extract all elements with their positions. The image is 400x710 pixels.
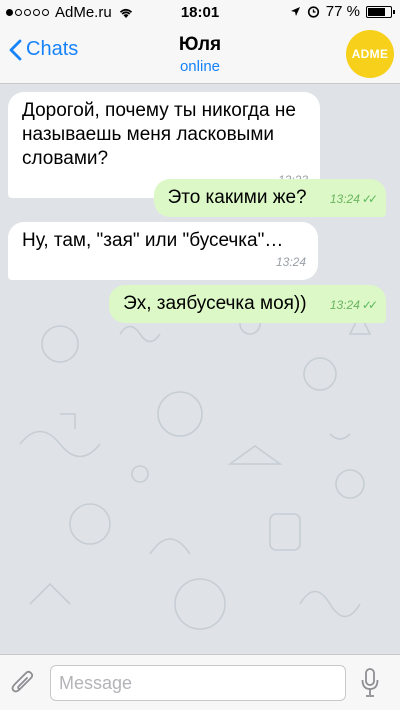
read-checkmarks-icon: ✓✓ <box>361 298 378 312</box>
message-text: Эх, заябусечка моя)) <box>123 293 307 314</box>
message-text: Это какими же? <box>167 187 307 208</box>
status-bar: AdMe.ru 18:01 77 % <box>0 0 400 24</box>
contact-status: online <box>179 58 221 75</box>
chat-area[interactable]: Дорогой, почему ты никогда не называешь … <box>0 84 400 654</box>
status-right: 77 % <box>290 3 395 20</box>
read-checkmarks-icon: ✓✓ <box>361 192 378 206</box>
battery-icon <box>366 5 395 18</box>
message-incoming[interactable]: Ну, там, "зая" или "бусечка"… 13:24 <box>8 222 318 280</box>
message-time: 13:24 <box>329 298 360 312</box>
microphone-icon[interactable] <box>360 667 380 699</box>
alarm-icon <box>307 6 319 18</box>
message-text: Дорогой, почему ты никогда не называешь … <box>22 100 296 169</box>
avatar[interactable]: ADME <box>346 30 394 78</box>
message-outgoing[interactable]: Это какими же? 13:24 ✓✓ <box>153 179 386 217</box>
message-outgoing[interactable]: Эх, заябусечка моя)) 13:24 ✓✓ <box>109 285 386 323</box>
battery-fill <box>368 7 385 16</box>
message-time: 13:24 <box>275 255 306 269</box>
battery-percent: 77 % <box>325 3 360 20</box>
location-arrow-icon <box>290 7 300 16</box>
message-text: Ну, там, "зая" или "бусечка"… <box>22 230 284 251</box>
message-input[interactable] <box>50 665 346 701</box>
contact-name[interactable]: Юля <box>0 34 400 56</box>
paperclip-icon[interactable] <box>10 667 36 697</box>
message-time: 13:24 <box>329 192 360 206</box>
chat-header: Chats Юля online ADME <box>0 24 400 84</box>
message-composer <box>0 654 400 710</box>
